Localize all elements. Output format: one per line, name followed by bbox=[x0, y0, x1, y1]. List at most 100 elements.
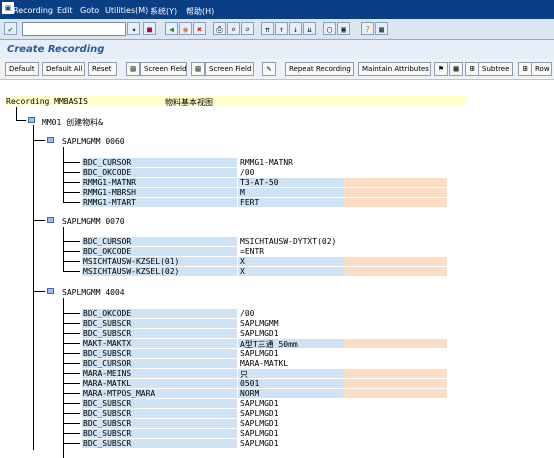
screen-field-button-2[interactable]: Screen Field bbox=[205, 62, 254, 76]
field-name[interactable]: MARA-MTPOS_MARA bbox=[83, 389, 155, 398]
new-session-icon[interactable]: ▢ bbox=[323, 22, 336, 35]
print-icon[interactable]: ⎙ bbox=[213, 22, 226, 35]
field-value[interactable]: NORM bbox=[240, 389, 259, 398]
field-name[interactable]: MARA-MATKL bbox=[83, 379, 131, 388]
input-cell[interactable] bbox=[343, 339, 447, 348]
row-button[interactable]: Row bbox=[531, 62, 552, 76]
input-cell[interactable] bbox=[343, 379, 447, 388]
field-name[interactable]: BDC_CURSOR bbox=[83, 237, 131, 246]
default-all-button[interactable]: Default All bbox=[42, 62, 85, 76]
back-icon[interactable]: ◀ bbox=[165, 22, 178, 35]
menu-edit[interactable]: Edit bbox=[57, 6, 73, 15]
calendar-icon[interactable]: ▦ bbox=[449, 62, 463, 76]
history-dropdown-icon[interactable]: ◂ bbox=[127, 22, 140, 35]
menu-recording[interactable]: Recording bbox=[13, 6, 53, 15]
find-next-icon[interactable]: ⌕ bbox=[241, 22, 254, 35]
folder-icon[interactable] bbox=[28, 117, 35, 123]
field-name[interactable]: BDC_CURSOR bbox=[83, 359, 131, 368]
field-name[interactable]: BDC_SUBSCR bbox=[83, 419, 131, 428]
field-name[interactable]: BDC_SUBSCR bbox=[83, 439, 131, 448]
screen-icon[interactable] bbox=[47, 137, 54, 143]
input-cell[interactable] bbox=[343, 369, 447, 378]
repeat-recording-button[interactable]: Repeat Recording bbox=[285, 62, 354, 76]
input-cell[interactable] bbox=[343, 198, 447, 207]
field-value[interactable]: 0501 bbox=[240, 379, 259, 388]
field-name[interactable]: BDC_OKCODE bbox=[83, 168, 131, 177]
edit-pencil-icon[interactable]: ✎ bbox=[262, 62, 276, 76]
field-name[interactable]: BDC_SUBSCR bbox=[83, 399, 131, 408]
screen-node-0070[interactable]: SAPLMGMM 0070 bbox=[62, 217, 125, 226]
field-name[interactable]: BDC_CURSOR bbox=[83, 158, 131, 167]
field-value[interactable]: SAPLMGD1 bbox=[240, 439, 279, 448]
field-value[interactable]: MARA-MATKL bbox=[240, 359, 288, 368]
layout-menu-icon[interactable]: ▦ bbox=[375, 22, 388, 35]
maintain-attributes-button[interactable]: Maintain Attributes bbox=[358, 62, 431, 76]
menu-system[interactable]: 系统(Y) bbox=[150, 6, 177, 17]
screen-field-button-1[interactable]: Screen Field bbox=[140, 62, 187, 76]
first-page-icon[interactable]: ⇈ bbox=[261, 22, 274, 35]
exit-icon[interactable]: ◉ bbox=[179, 22, 192, 35]
screen-icon[interactable] bbox=[47, 288, 54, 294]
field-name[interactable]: BDC_SUBSCR bbox=[83, 349, 131, 358]
last-page-icon[interactable]: ⇊ bbox=[303, 22, 316, 35]
field-value[interactable]: SAPLMGD1 bbox=[240, 409, 279, 418]
field-name[interactable]: BDC_OKCODE bbox=[83, 247, 131, 256]
screen-node-4004[interactable]: SAPLMGMM 4004 bbox=[62, 288, 125, 297]
find-icon[interactable]: ⌕ bbox=[227, 22, 240, 35]
next-page-icon[interactable]: ↓ bbox=[289, 22, 302, 35]
flag-icon[interactable]: ⚑ bbox=[434, 62, 448, 76]
field-name[interactable]: BDC_SUBSCR bbox=[83, 319, 131, 328]
field-value[interactable]: FERT bbox=[240, 198, 259, 207]
previous-page-icon[interactable]: ↑ bbox=[275, 22, 288, 35]
field-name[interactable]: MSICHTAUSW-KZSEL(01) bbox=[83, 257, 179, 266]
field-value[interactable]: MSICHTAUSW-DYTXT(02) bbox=[240, 237, 336, 246]
field-value[interactable]: SAPLMGD1 bbox=[240, 329, 279, 338]
transaction-node[interactable]: MM01 创建物料& bbox=[42, 117, 103, 128]
field-value[interactable]: X bbox=[240, 257, 245, 266]
field-name[interactable]: RMMG1-MTART bbox=[83, 198, 136, 207]
field-value[interactable]: SAPLMGD1 bbox=[240, 349, 279, 358]
input-cell[interactable] bbox=[343, 389, 447, 398]
field-name[interactable]: BDC_SUBSCR bbox=[83, 329, 131, 338]
enter-icon[interactable]: ✔ bbox=[4, 22, 17, 35]
input-cell[interactable] bbox=[343, 267, 447, 276]
field-name[interactable]: RMMG1-MBRSH bbox=[83, 188, 136, 197]
field-value[interactable]: SAPLMGMM bbox=[240, 319, 279, 328]
field-value[interactable]: SAPLMGD1 bbox=[240, 419, 279, 428]
command-field[interactable] bbox=[22, 22, 126, 36]
screen-icon[interactable] bbox=[47, 217, 54, 223]
field-name[interactable]: MAKT-MAKTX bbox=[83, 339, 131, 348]
field-value[interactable]: =ENTR bbox=[240, 247, 264, 256]
field-name[interactable]: RMMG1-MATNR bbox=[83, 178, 136, 187]
tree-line bbox=[63, 251, 80, 252]
field-value[interactable]: X bbox=[240, 267, 245, 276]
screen-node-0060[interactable]: SAPLMGMM 0060 bbox=[62, 137, 125, 146]
recording-description: 物料基本视图 bbox=[165, 98, 213, 107]
cancel-icon[interactable]: ✖ bbox=[193, 22, 206, 35]
reset-button[interactable]: Reset bbox=[88, 62, 117, 76]
field-value[interactable]: M bbox=[240, 188, 245, 197]
field-value[interactable]: /00 bbox=[240, 309, 254, 318]
input-cell[interactable] bbox=[343, 257, 447, 266]
menu-help[interactable]: 帮助(H) bbox=[186, 6, 214, 17]
shortcut-icon[interactable]: ▣ bbox=[337, 22, 350, 35]
field-value[interactable]: T3-AT-50 bbox=[240, 178, 279, 187]
subtree-button[interactable]: Subtree bbox=[478, 62, 513, 76]
field-value[interactable]: RMMG1-MATNR bbox=[240, 158, 293, 167]
input-cell[interactable] bbox=[343, 188, 447, 197]
menu-goto[interactable]: Goto bbox=[80, 6, 99, 15]
field-value[interactable]: /00 bbox=[240, 168, 254, 177]
field-name[interactable]: MARA-MEINS bbox=[83, 369, 131, 378]
field-name[interactable]: BDC_OKCODE bbox=[83, 309, 131, 318]
save-icon[interactable]: ■ bbox=[143, 22, 156, 35]
input-cell[interactable] bbox=[343, 178, 447, 187]
field-value[interactable]: SAPLMGD1 bbox=[240, 399, 279, 408]
field-value[interactable]: SAPLMGD1 bbox=[240, 429, 279, 438]
default-button[interactable]: Default bbox=[5, 62, 39, 76]
subtree-icon: ⊞ bbox=[465, 62, 479, 76]
menu-utilities[interactable]: Utilities(M) bbox=[105, 6, 148, 15]
help-icon[interactable]: ? bbox=[361, 22, 374, 35]
field-name[interactable]: BDC_SUBSCR bbox=[83, 429, 131, 438]
field-name[interactable]: BDC_SUBSCR bbox=[83, 409, 131, 418]
field-name[interactable]: MSICHTAUSW-KZSEL(02) bbox=[83, 267, 179, 276]
